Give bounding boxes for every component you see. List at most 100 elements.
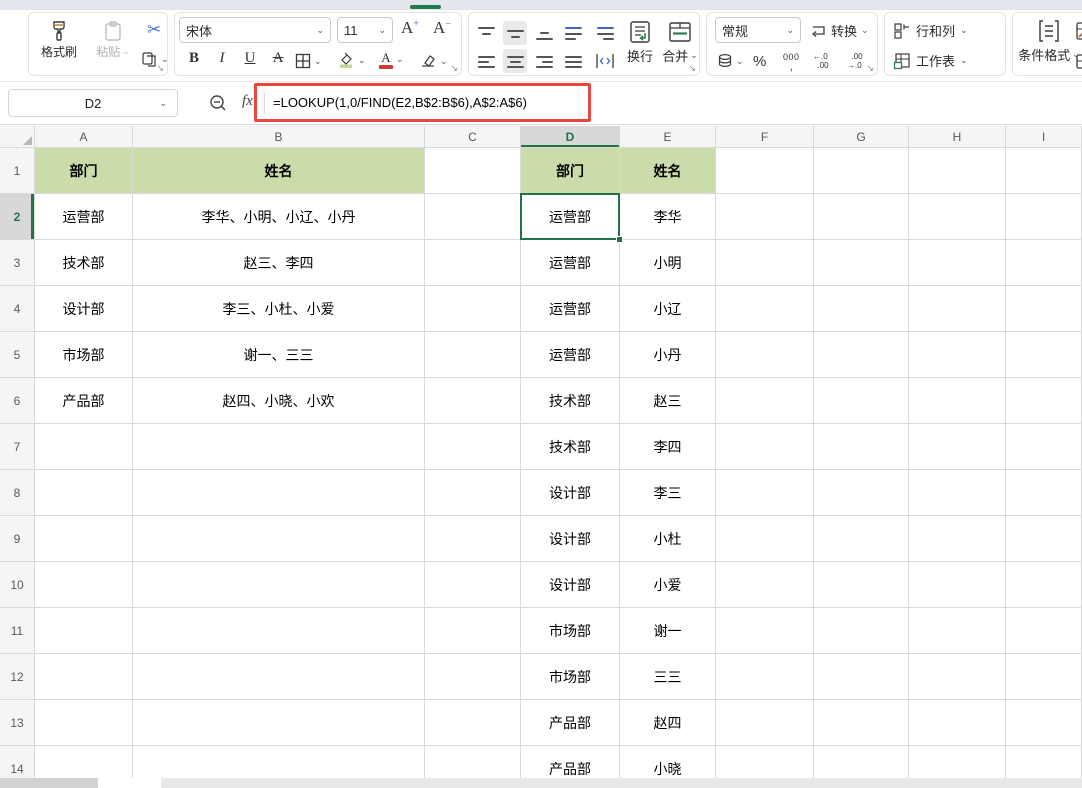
- cell-A6[interactable]: 产品部: [35, 378, 133, 424]
- cell-F13[interactable]: [716, 700, 814, 746]
- cell-H14[interactable]: [909, 746, 1006, 778]
- cell-G4[interactable]: [814, 286, 909, 332]
- cell-D2[interactable]: 运营部: [521, 194, 620, 240]
- cell-B5[interactable]: 谢一、三三: [133, 332, 425, 378]
- row-header-2[interactable]: 2: [0, 194, 35, 240]
- cell-E5[interactable]: 小丹: [620, 332, 716, 378]
- cell-H11[interactable]: [909, 608, 1006, 654]
- cell-H9[interactable]: [909, 516, 1006, 562]
- cell-A9[interactable]: [35, 516, 133, 562]
- cell-H12[interactable]: [909, 654, 1006, 700]
- currency-button[interactable]: ⌄: [717, 53, 744, 69]
- increase-decimal-button[interactable]: ←.0 .00: [813, 53, 829, 71]
- underline-button[interactable]: U: [241, 51, 259, 66]
- cell-C2[interactable]: [425, 194, 521, 240]
- row-header-14[interactable]: 14: [0, 746, 35, 778]
- cell-I14[interactable]: [1006, 746, 1082, 778]
- row-header-3[interactable]: 3: [0, 240, 35, 286]
- paste-button[interactable]: 粘贴 ⌄: [91, 19, 135, 60]
- cell-A1[interactable]: 部门: [35, 148, 133, 194]
- cell-D6[interactable]: 技术部: [521, 378, 620, 424]
- cell-I10[interactable]: [1006, 562, 1082, 608]
- cell-B8[interactable]: [133, 470, 425, 516]
- worksheet-button[interactable]: 工作表 ⌄: [893, 51, 968, 70]
- cell-I1[interactable]: [1006, 148, 1082, 194]
- cell-H4[interactable]: [909, 286, 1006, 332]
- cell-B7[interactable]: [133, 424, 425, 470]
- cell-F9[interactable]: [716, 516, 814, 562]
- cell-D5[interactable]: 运营部: [521, 332, 620, 378]
- cell-E9[interactable]: 小杜: [620, 516, 716, 562]
- cell-I8[interactable]: [1006, 470, 1082, 516]
- row-header-13[interactable]: 13: [0, 700, 35, 746]
- cell-G5[interactable]: [814, 332, 909, 378]
- cell-E3[interactable]: 小明: [620, 240, 716, 286]
- cell-I9[interactable]: [1006, 516, 1082, 562]
- cell-E1[interactable]: 姓名: [620, 148, 716, 194]
- cell-I4[interactable]: [1006, 286, 1082, 332]
- cell-D1[interactable]: 部门: [521, 148, 620, 194]
- cell-F1[interactable]: [716, 148, 814, 194]
- format-painter-button[interactable]: 格式刷: [35, 19, 83, 60]
- cell-H13[interactable]: [909, 700, 1006, 746]
- cell-H1[interactable]: [909, 148, 1006, 194]
- column-header-I[interactable]: I: [1006, 126, 1082, 148]
- cell-D11[interactable]: 市场部: [521, 608, 620, 654]
- cell-B12[interactable]: [133, 654, 425, 700]
- cell-A2[interactable]: 运营部: [35, 194, 133, 240]
- font-color-button[interactable]: A ⌄: [379, 51, 404, 69]
- cell-D3[interactable]: 运营部: [521, 240, 620, 286]
- column-header-A[interactable]: A: [35, 126, 133, 148]
- cell-D8[interactable]: 设计部: [521, 470, 620, 516]
- row-header-7[interactable]: 7: [0, 424, 35, 470]
- align-top-button[interactable]: [475, 23, 497, 43]
- cell-H2[interactable]: [909, 194, 1006, 240]
- cell-D13[interactable]: 产品部: [521, 700, 620, 746]
- cell-I2[interactable]: [1006, 194, 1082, 240]
- cell-F7[interactable]: [716, 424, 814, 470]
- convert-button[interactable]: 转换 ⌄: [809, 21, 869, 40]
- cell-C4[interactable]: [425, 286, 521, 332]
- strikethrough-button[interactable]: A: [269, 51, 287, 66]
- clipboard-dialog-launcher-icon[interactable]: ↘: [156, 64, 164, 73]
- cell-F14[interactable]: [716, 746, 814, 778]
- align-middle-button[interactable]: [503, 21, 527, 45]
- align-justify-button[interactable]: [561, 51, 585, 71]
- increase-indent-button[interactable]: [593, 23, 617, 43]
- cell-G8[interactable]: [814, 470, 909, 516]
- cell-G7[interactable]: [814, 424, 909, 470]
- cell-C5[interactable]: [425, 332, 521, 378]
- distributed-align-button[interactable]: [593, 51, 617, 71]
- cell-H6[interactable]: [909, 378, 1006, 424]
- cell-A3[interactable]: 技术部: [35, 240, 133, 286]
- align-bottom-button[interactable]: [533, 23, 555, 43]
- row-header-9[interactable]: 9: [0, 516, 35, 562]
- cell-C7[interactable]: [425, 424, 521, 470]
- row-header-10[interactable]: 10: [0, 562, 35, 608]
- column-header-F[interactable]: F: [716, 126, 814, 148]
- select-all-corner[interactable]: [0, 126, 35, 148]
- cell-D7[interactable]: 技术部: [521, 424, 620, 470]
- copy-button[interactable]: ⌄: [141, 51, 169, 68]
- cell-A10[interactable]: [35, 562, 133, 608]
- borders-button[interactable]: ⌄: [295, 53, 322, 69]
- cell-F10[interactable]: [716, 562, 814, 608]
- cell-I13[interactable]: [1006, 700, 1082, 746]
- italic-button[interactable]: I: [213, 51, 231, 66]
- align-center-button[interactable]: [503, 49, 527, 73]
- cell-B6[interactable]: 赵四、小晓、小欢: [133, 378, 425, 424]
- cell-B2[interactable]: 李华、小明、小辽、小丹: [133, 194, 425, 240]
- font-dialog-launcher-icon[interactable]: ↘: [450, 64, 458, 73]
- fx-icon[interactable]: fx: [242, 93, 253, 110]
- column-header-G[interactable]: G: [814, 126, 909, 148]
- cell-I7[interactable]: [1006, 424, 1082, 470]
- row-header-4[interactable]: 4: [0, 286, 35, 332]
- row-header-12[interactable]: 12: [0, 654, 35, 700]
- decrease-indent-button[interactable]: [561, 23, 585, 43]
- cell-F5[interactable]: [716, 332, 814, 378]
- cell-D14[interactable]: 产品部: [521, 746, 620, 778]
- cell-C10[interactable]: [425, 562, 521, 608]
- cell-F6[interactable]: [716, 378, 814, 424]
- fill-handle[interactable]: [616, 236, 623, 243]
- font-name-select[interactable]: 宋体 ⌄: [179, 17, 331, 43]
